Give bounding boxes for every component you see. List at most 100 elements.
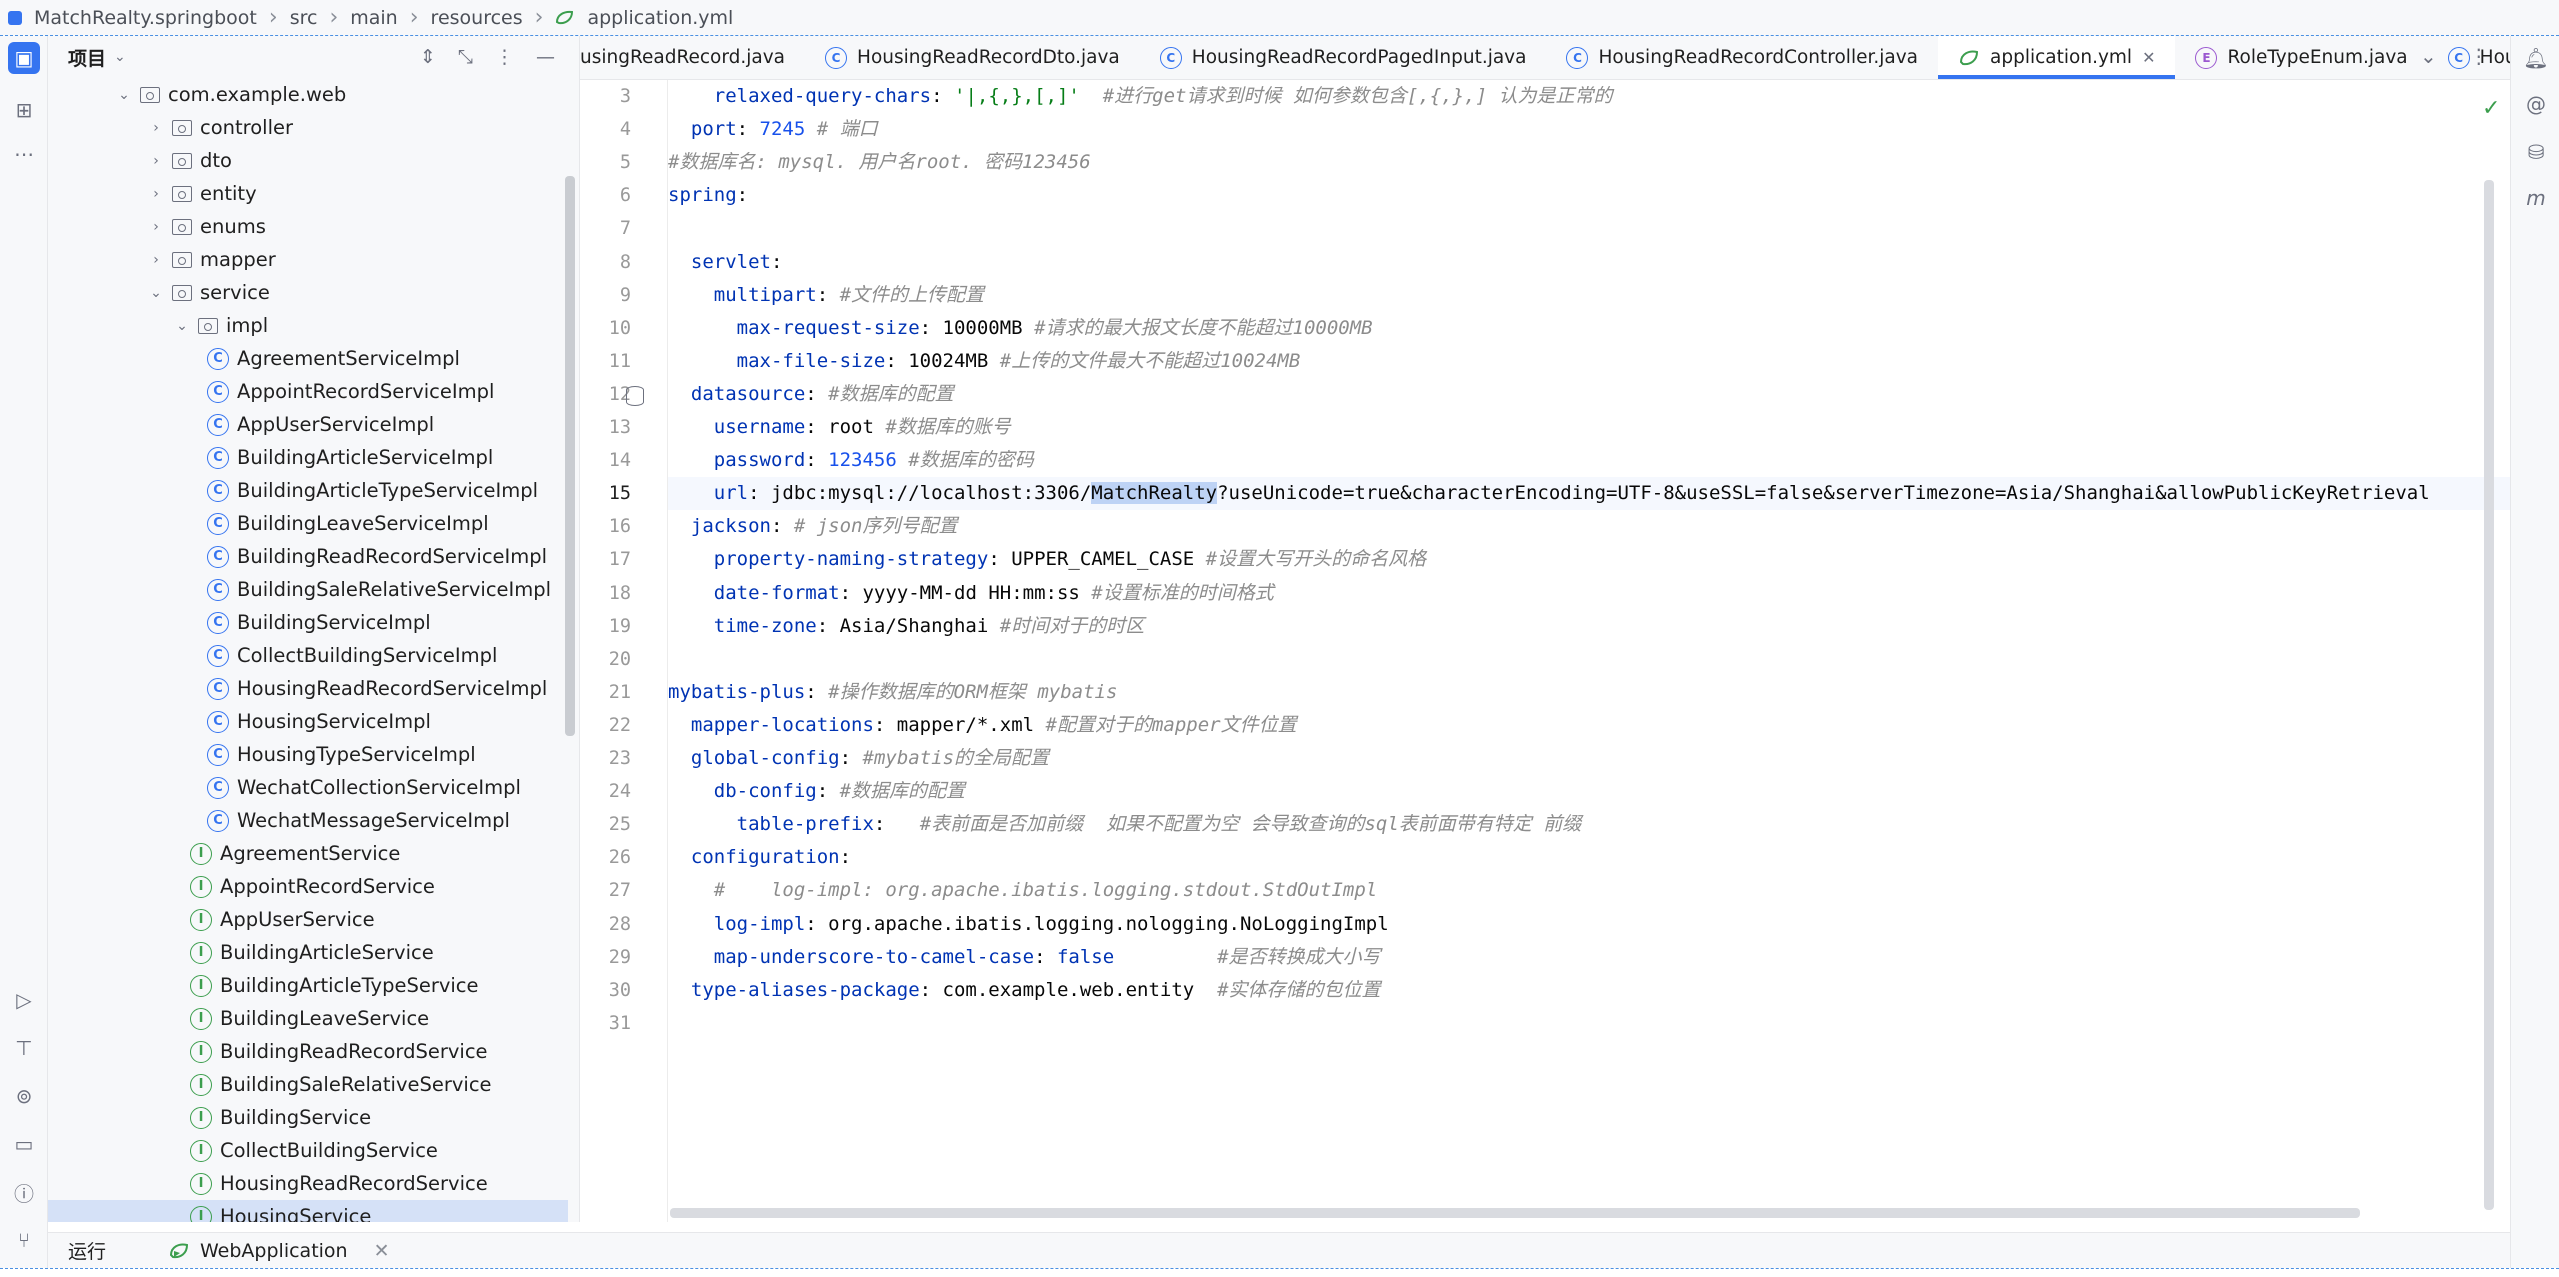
expand-all-icon[interactable]: ⇕ bbox=[420, 46, 436, 68]
tree-item[interactable]: I AppUserService bbox=[48, 903, 568, 936]
breadcrumb-item[interactable]: resources bbox=[431, 7, 523, 29]
chevron-right-icon[interactable]: › bbox=[148, 219, 164, 235]
tree-item[interactable]: › mapper bbox=[48, 243, 568, 276]
tree-item[interactable]: I BuildingLeaveService bbox=[48, 1002, 568, 1035]
breadcrumb-item[interactable]: main bbox=[350, 7, 397, 29]
run-config-tab[interactable]: WebApplication ✕ bbox=[168, 1240, 390, 1262]
tree-item[interactable]: › enums bbox=[48, 210, 568, 243]
options-icon[interactable]: ⋮ bbox=[495, 46, 514, 68]
editor-tab[interactable]: C HousingReadRecordPagedInput.java bbox=[1140, 36, 1547, 79]
tree-item[interactable]: C BuildingLeaveServiceImpl bbox=[48, 507, 568, 540]
editor-tab[interactable]: C HousingReadRecordDto.java bbox=[805, 36, 1140, 79]
chevron-down-icon[interactable]: ⌄ bbox=[174, 318, 190, 334]
check-icon[interactable]: ✓ bbox=[2482, 96, 2500, 121]
breadcrumb-item[interactable]: application.yml bbox=[587, 7, 733, 29]
tree-item[interactable]: C AppUserServiceImpl bbox=[48, 408, 568, 441]
tree-item[interactable]: C HousingTypeServiceImpl bbox=[48, 738, 568, 771]
code-line[interactable]: # log-impl: org.apache.ibatis.logging.st… bbox=[668, 874, 2510, 907]
code-line[interactable]: time-zone: Asia/Shanghai #时间对于的时区 bbox=[668, 610, 2510, 643]
code-line[interactable]: datasource: #数据库的配置 bbox=[668, 378, 2510, 411]
code-line[interactable]: table-prefix: #表前面是否加前缀 如果不配置为空 会导致查询的sq… bbox=[668, 808, 2510, 841]
editor-tab[interactable]: usingReadRecord.java bbox=[580, 36, 805, 79]
editor-tab[interactable]: application.yml ✕ bbox=[1938, 36, 2176, 79]
tree-item[interactable]: ⌄ service bbox=[48, 276, 568, 309]
tree-item[interactable]: C AppointRecordServiceImpl bbox=[48, 375, 568, 408]
database-gutter-icon[interactable] bbox=[626, 385, 644, 406]
code-line[interactable]: db-config: #数据库的配置 bbox=[668, 775, 2510, 808]
code-line[interactable]: servlet: bbox=[668, 246, 2510, 279]
tree-item[interactable]: C HousingServiceImpl bbox=[48, 705, 568, 738]
chevron-right-icon[interactable]: › bbox=[148, 252, 164, 268]
close-icon[interactable]: ✕ bbox=[2142, 48, 2155, 67]
code-line[interactable]: log-impl: org.apache.ibatis.logging.nolo… bbox=[668, 908, 2510, 941]
notifications-icon[interactable]: 🔔︎ bbox=[2523, 46, 2549, 72]
tree-item[interactable]: I HousingReadRecordService bbox=[48, 1167, 568, 1200]
tree-item[interactable]: C HousingReadRecordServiceImpl bbox=[48, 672, 568, 705]
code-line[interactable]: property-naming-strategy: UPPER_CAMEL_CA… bbox=[668, 543, 2510, 576]
terminal-tool-icon[interactable]: ▭ bbox=[8, 1128, 40, 1160]
tree-item[interactable]: › dto bbox=[48, 144, 568, 177]
tree-item[interactable]: I BuildingSaleRelativeService bbox=[48, 1068, 568, 1101]
chevron-down-icon[interactable]: ⌄ bbox=[148, 285, 164, 301]
breadcrumb-item[interactable]: src bbox=[290, 7, 318, 29]
tab-options-icon[interactable]: ⋮ bbox=[2469, 44, 2489, 68]
code-editor[interactable]: 3 4 5 6 7 8 9 10 11 12 13 14 15 16 17 18 19 20 21 22 23 24 25 2… bbox=[580, 80, 2510, 1222]
code-line[interactable]: relaxed-query-chars: '|,{,},[,]' #进行get请… bbox=[668, 80, 2510, 113]
chevron-down-icon[interactable]: ⌄ bbox=[114, 49, 126, 65]
tree-item[interactable]: › controller bbox=[48, 111, 568, 144]
database-icon[interactable]: ⛁ bbox=[2523, 140, 2549, 166]
code-line[interactable]: mybatis-plus: #操作数据库的ORM框架 mybatis bbox=[668, 676, 2510, 709]
services-tool-icon[interactable]: ⊚ bbox=[8, 1080, 40, 1112]
code-line[interactable]: jackson: # json序列号配置 bbox=[668, 510, 2510, 543]
code-line[interactable]: type-aliases-package: com.example.web.en… bbox=[668, 974, 2510, 1007]
tree-item[interactable]: I AgreementService bbox=[48, 837, 568, 870]
project-scrollbar[interactable] bbox=[565, 176, 575, 736]
tree-item[interactable]: C BuildingSaleRelativeServiceImpl bbox=[48, 573, 568, 606]
tree-item[interactable]: C BuildingArticleServiceImpl bbox=[48, 441, 568, 474]
code-line[interactable]: mapper-locations: mapper/*.xml #配置对于的map… bbox=[668, 709, 2510, 742]
tree-item[interactable]: I AppointRecordService bbox=[48, 870, 568, 903]
code-line[interactable]: max-file-size: 10024MB #上传的文件最大不能超过10024… bbox=[668, 345, 2510, 378]
code-line[interactable]: password: 123456 #数据库的密码 bbox=[668, 444, 2510, 477]
close-icon[interactable]: ✕ bbox=[374, 1240, 390, 1262]
tree-item[interactable]: C BuildingArticleTypeServiceImpl bbox=[48, 474, 568, 507]
editor-tab[interactable]: C HousingReadRecordController.java bbox=[1546, 36, 1938, 79]
tree-item[interactable]: I BuildingArticleService bbox=[48, 936, 568, 969]
collapse-all-icon[interactable]: ⤡ bbox=[458, 46, 473, 68]
editor-tab[interactable]: E RoleTypeEnum.java bbox=[2175, 36, 2427, 79]
tab-list-chevron-icon[interactable]: ⌄ bbox=[2420, 44, 2437, 68]
hide-panel-icon[interactable]: — bbox=[536, 46, 555, 68]
breadcrumb-item[interactable]: MatchRealty.springboot bbox=[34, 7, 257, 29]
horizontal-scrollbar[interactable] bbox=[670, 1208, 2360, 1218]
code-line[interactable]: global-config: #mybatis的全局配置 bbox=[668, 742, 2510, 775]
more-tools-icon[interactable]: ⋯ bbox=[8, 138, 40, 170]
tree-item[interactable]: ⌄ impl bbox=[48, 309, 568, 342]
problems-tool-icon[interactable]: ⓘ bbox=[8, 1176, 40, 1208]
code-line[interactable]: multipart: #文件的上传配置 bbox=[668, 279, 2510, 312]
ai-assistant-icon[interactable]: @ bbox=[2523, 92, 2549, 118]
project-tool-icon[interactable]: ▣ bbox=[8, 42, 40, 74]
code-line[interactable]: port: 7245 # 端口 bbox=[668, 113, 2510, 146]
vertical-scrollbar[interactable] bbox=[2484, 180, 2494, 1210]
git-tool-icon[interactable]: ⑂ bbox=[8, 1224, 40, 1256]
maven-icon[interactable]: m bbox=[2523, 186, 2549, 212]
tree-item[interactable]: I BuildingService bbox=[48, 1101, 568, 1134]
code-line[interactable]: max-request-size: 10000MB #请求的最大报文长度不能超过… bbox=[668, 312, 2510, 345]
code-line[interactable]: map-underscore-to-camel-case: false #是否转… bbox=[668, 941, 2510, 974]
tree-item[interactable]: ⌄ com.example.web bbox=[48, 78, 568, 111]
code-line[interactable]: url: jdbc:mysql://localhost:3306/MatchRe… bbox=[668, 477, 2510, 511]
code-line[interactable]: username: root #数据库的账号 bbox=[668, 411, 2510, 444]
tree-item[interactable]: I BuildingArticleTypeService bbox=[48, 969, 568, 1002]
code-line[interactable]: spring: bbox=[668, 179, 2510, 212]
tree-item[interactable]: I CollectBuildingService bbox=[48, 1134, 568, 1167]
run-tool-icon[interactable]: ▷ bbox=[8, 984, 40, 1016]
structure-tool-icon[interactable]: ⊞ bbox=[8, 94, 40, 126]
chevron-right-icon[interactable]: › bbox=[148, 186, 164, 202]
tree-item[interactable]: C WechatCollectionServiceImpl bbox=[48, 771, 568, 804]
code-line[interactable]: configuration: bbox=[668, 841, 2510, 874]
tree-item[interactable]: C BuildingReadRecordServiceImpl bbox=[48, 540, 568, 573]
tree-item[interactable]: › entity bbox=[48, 177, 568, 210]
chevron-right-icon[interactable]: › bbox=[148, 120, 164, 136]
tree-item[interactable]: C WechatMessageServiceImpl bbox=[48, 804, 568, 837]
code-line[interactable]: date-format: yyyy-MM-dd HH:mm:ss #设置标准的时… bbox=[668, 577, 2510, 610]
